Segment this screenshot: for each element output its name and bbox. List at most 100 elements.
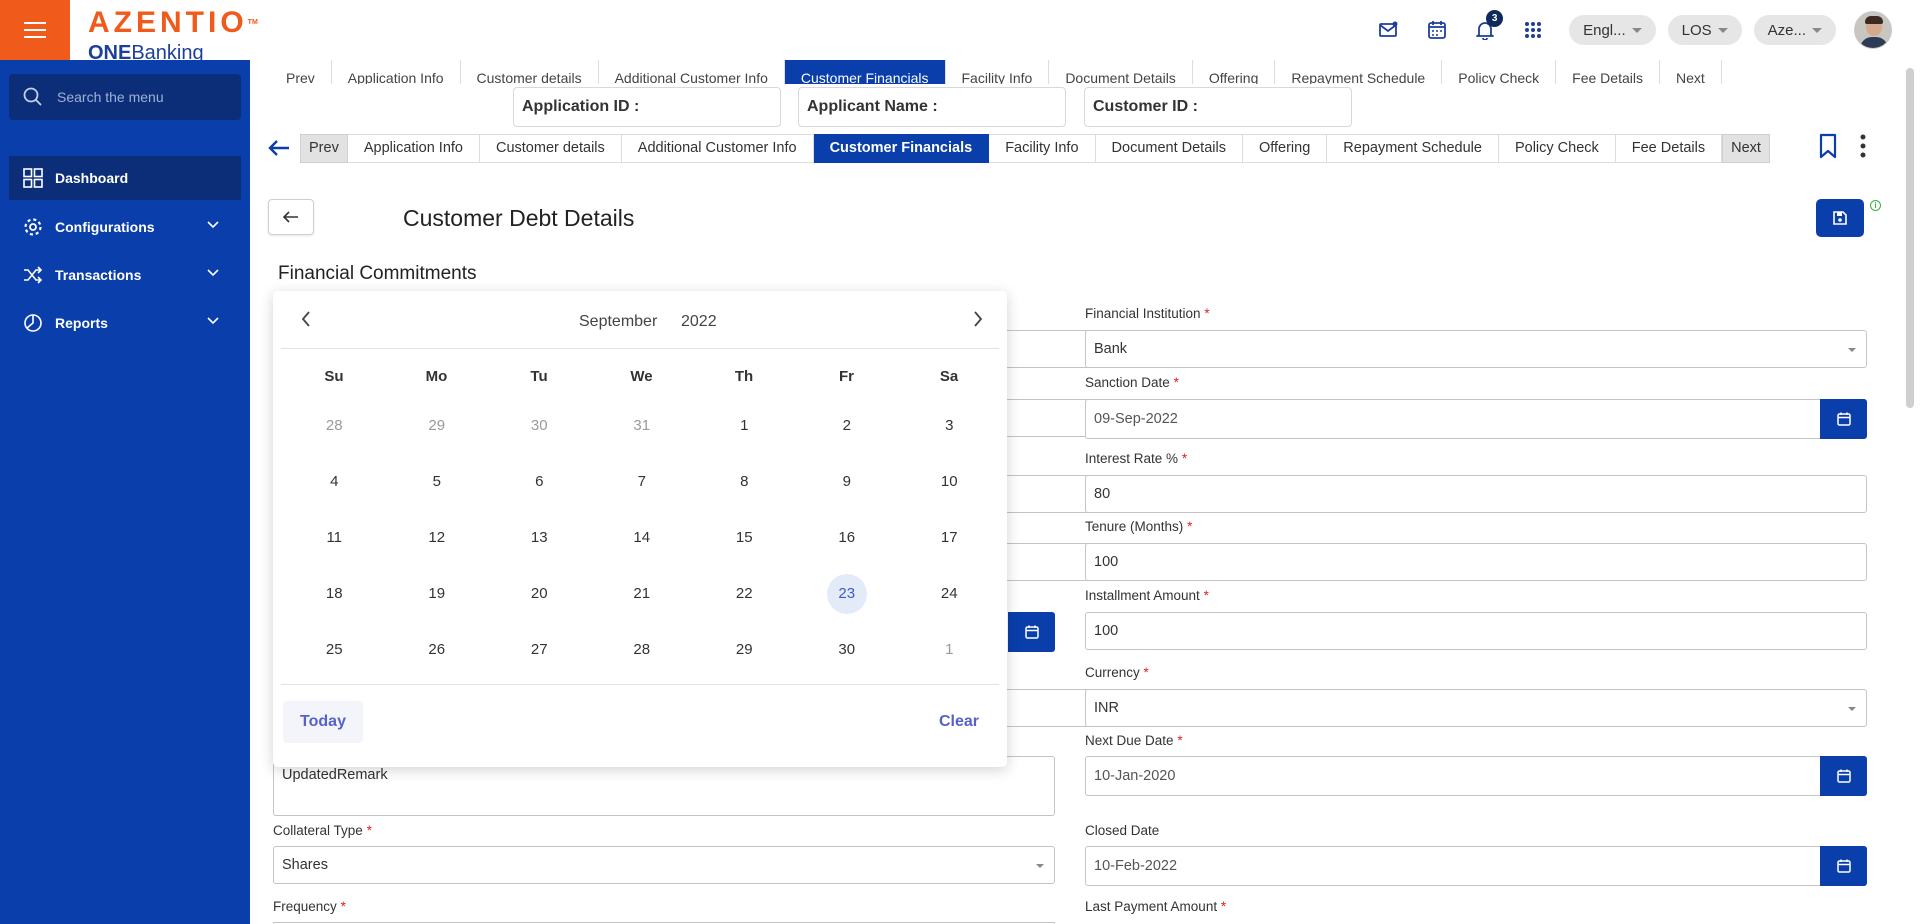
mail-icon[interactable] [1377, 18, 1401, 42]
calendar-day[interactable]: 14 [622, 518, 662, 558]
tenure-input[interactable]: 100 [1085, 543, 1867, 581]
notification-bell-icon[interactable]: 3 [1473, 10, 1504, 42]
tab-next-button[interactable]: Next [1722, 133, 1770, 163]
calendar-day[interactable]: 8 [724, 462, 764, 502]
calendar-day[interactable]: 26 [417, 630, 457, 670]
calendar-day[interactable]: 7 [622, 462, 662, 502]
closed-date-calendar-button[interactable] [1820, 846, 1867, 886]
calendar-day[interactable]: 1 [929, 630, 969, 670]
calendar-day[interactable]: 3 [929, 406, 969, 446]
calendar-day[interactable]: 11 [314, 518, 354, 558]
next-due-date-label: Next Due Date * [1085, 733, 1183, 748]
left-date-calendar-button[interactable] [1008, 612, 1055, 652]
entity-select[interactable]: Aze... [1753, 15, 1836, 45]
calendar-icon[interactable] [1425, 18, 1449, 42]
next-due-date-input[interactable]: 10-Jan-2020 [1085, 756, 1821, 796]
more-options-icon[interactable] [1860, 134, 1866, 163]
user-avatar[interactable] [1854, 11, 1892, 49]
sidebar-item-transactions[interactable]: Transactions [9, 253, 241, 297]
chevron-down-icon [1631, 27, 1642, 33]
calendar-day[interactable]: 2 [827, 406, 867, 446]
currency-label: Currency * [1085, 665, 1149, 680]
ghost-tab: Repayment Schedule [1275, 60, 1443, 84]
collateral-type-select[interactable]: Shares [273, 846, 1055, 884]
datepicker-year[interactable]: 2022 [681, 313, 717, 331]
calendar-day[interactable]: 4 [314, 462, 354, 502]
currency-select[interactable]: INR [1085, 689, 1867, 727]
calendar-day[interactable]: 18 [314, 574, 354, 614]
today-button[interactable]: Today [283, 701, 363, 743]
installment-amount-input[interactable]: 100 [1085, 612, 1867, 650]
calendar-icon [1836, 769, 1851, 783]
calendar-day[interactable]: 29 [724, 630, 764, 670]
calendar-day[interactable]: 25 [314, 630, 354, 670]
calendar-day[interactable]: 10 [929, 462, 969, 502]
calendar-day[interactable]: 17 [929, 518, 969, 558]
tab-additional-customer-info[interactable]: Additional Customer Info [621, 133, 814, 163]
collateral-type-label: Collateral Type * [273, 823, 372, 838]
tab-prev-button[interactable]: Prev [300, 133, 348, 163]
calendar-day[interactable]: 6 [519, 462, 559, 502]
financial-institution-select[interactable]: Bank [1085, 330, 1867, 368]
sidebar-item-configurations[interactable]: Configurations [9, 205, 241, 249]
calendar-day[interactable]: 13 [519, 518, 559, 558]
tab-fee-details[interactable]: Fee Details [1615, 133, 1723, 163]
save-button[interactable] [1816, 199, 1864, 237]
next-due-date-calendar-button[interactable] [1820, 756, 1867, 796]
sanction-date-calendar-button[interactable] [1820, 399, 1867, 439]
page-back-button[interactable] [268, 199, 314, 235]
calendar-day[interactable]: 16 [827, 518, 867, 558]
currency-value: INR [1094, 700, 1119, 716]
tab-offering[interactable]: Offering [1242, 133, 1328, 163]
calendar-day[interactable]: 29 [417, 406, 457, 446]
module-select[interactable]: LOS [1667, 15, 1742, 45]
calendar-day[interactable]: 5 [417, 462, 457, 502]
menu-toggle-button[interactable] [0, 0, 70, 60]
tab-customer-details[interactable]: Customer details [479, 133, 622, 163]
tab-application-info[interactable]: Application Info [347, 133, 480, 163]
prev-month-button[interactable] [301, 311, 311, 332]
calendar-day[interactable]: 12 [417, 518, 457, 558]
calendar-day[interactable]: 28 [314, 406, 354, 446]
closed-date-input[interactable]: 10-Feb-2022 [1085, 846, 1821, 886]
info-icon[interactable]: i [1870, 200, 1881, 211]
menu-search-input[interactable] [57, 89, 227, 105]
sidebar-item-reports[interactable]: Reports [9, 301, 241, 345]
calendar-day[interactable]: 30 [827, 630, 867, 670]
sidebar-item-label: Reports [55, 315, 108, 331]
calendar-day[interactable]: 31 [622, 406, 662, 446]
ghost-tab-prev: Prev [270, 60, 332, 84]
ghost-tab: Fee Details [1556, 60, 1660, 84]
scrollbar-thumb[interactable] [1906, 68, 1914, 408]
clear-button[interactable]: Clear [939, 713, 979, 731]
tab-repayment-schedule[interactable]: Repayment Schedule [1327, 133, 1499, 163]
datepicker-month[interactable]: September [579, 313, 657, 331]
calendar-day[interactable]: 24 [929, 574, 969, 614]
dashboard-icon [23, 168, 43, 188]
sidebar-item-dashboard[interactable]: Dashboard [9, 156, 241, 200]
tabs-back-button[interactable] [264, 133, 294, 163]
interest-rate-input[interactable]: 80 [1085, 475, 1867, 513]
calendar-day[interactable]: 19 [417, 574, 457, 614]
calendar-day[interactable]: 23 [826, 574, 867, 614]
page-scrollbar[interactable] [1900, 60, 1920, 924]
sanction-date-input[interactable]: 09-Sep-2022 [1085, 399, 1821, 439]
calendar-day[interactable]: 21 [622, 574, 662, 614]
next-month-button[interactable] [973, 311, 983, 332]
calendar-day[interactable]: 22 [724, 574, 764, 614]
calendar-day[interactable]: 30 [519, 406, 559, 446]
calendar-day[interactable]: 20 [519, 574, 559, 614]
bookmark-icon[interactable] [1818, 133, 1838, 164]
calendar-day[interactable]: 1 [724, 406, 764, 446]
tab-policy-check[interactable]: Policy Check [1498, 133, 1616, 163]
calendar-day[interactable]: 9 [827, 462, 867, 502]
tab-customer-financials[interactable]: Customer Financials [813, 133, 990, 163]
calendar-day[interactable]: 15 [724, 518, 764, 558]
tab-document-details[interactable]: Document Details [1095, 133, 1243, 163]
language-select[interactable]: Engl... [1569, 15, 1656, 45]
calendar-day[interactable]: 28 [622, 630, 662, 670]
tab-facility-info[interactable]: Facility Info [989, 133, 1096, 163]
ghost-tab: Customer details [461, 60, 599, 84]
apps-grid-icon[interactable] [1521, 18, 1545, 42]
calendar-day[interactable]: 27 [519, 630, 559, 670]
